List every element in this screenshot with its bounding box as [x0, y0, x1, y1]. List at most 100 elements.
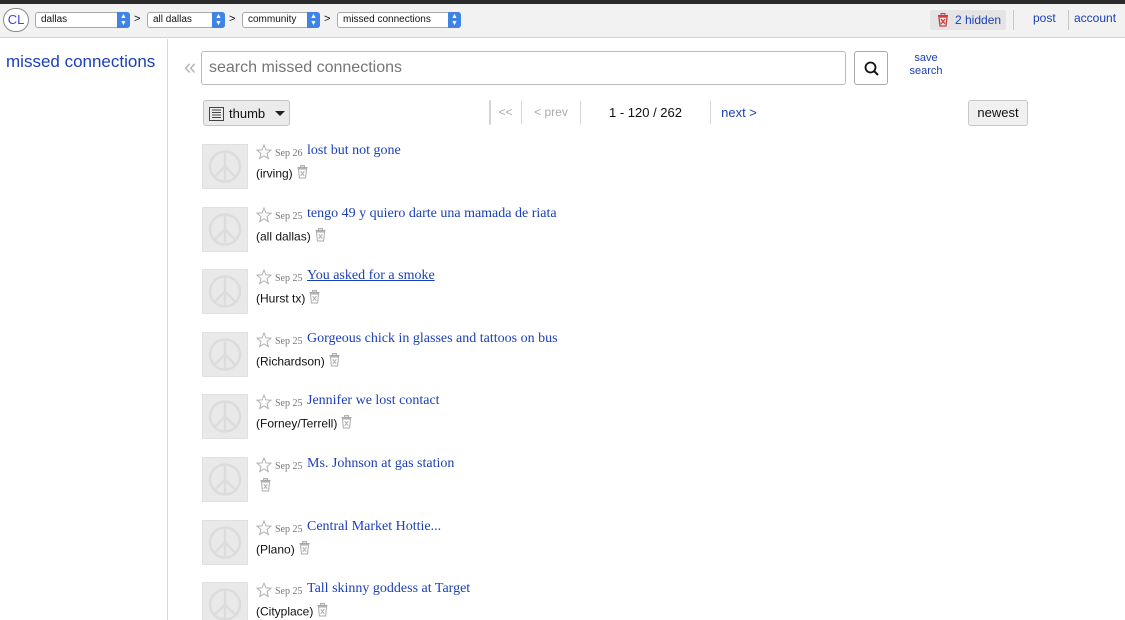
listing-thumbnail[interactable] [202, 457, 248, 502]
listing-date: Sep 25 [275, 273, 303, 285]
trash-icon [938, 13, 948, 27]
listing-title-link[interactable]: Gorgeous chick in glasses and tattoos on… [307, 331, 558, 347]
listing-location: (Plano) [256, 542, 295, 557]
listing-date: Sep 25 [275, 523, 303, 535]
peace-icon [203, 525, 247, 568]
listing-meta: (irving) [256, 165, 309, 183]
listing-row: Sep 25 tengo 49 y quiero darte una mamada… [202, 206, 1062, 257]
listing-date: Sep 25 [275, 461, 303, 472]
listing-date: Sep 26 [275, 148, 303, 159]
trash-icon[interactable] [298, 540, 311, 558]
breadcrumb-subcategory-label: missed connections [343, 14, 431, 25]
listing-title-link[interactable]: tengo 49 y quiero darte una mamada de ri… [307, 206, 557, 222]
post-link[interactable]: post [1033, 11, 1056, 25]
breadcrumb-select-subcategory[interactable]: missed connections ▲ ▼ [337, 12, 461, 28]
listing-title-link[interactable]: Jennifer we lost contact [307, 393, 440, 409]
listing-title-link[interactable]: Tall skinny goddess at Target [307, 581, 470, 597]
search-button[interactable] [854, 51, 888, 85]
hidden-posts-button[interactable]: 2 hidden [930, 10, 1006, 30]
star-icon[interactable] [255, 143, 273, 165]
trash-icon[interactable] [340, 415, 353, 432]
peace-icon [203, 463, 247, 505]
breadcrumb-separator: > [229, 13, 236, 25]
select-arrows-icon: ▲ ▼ [307, 12, 320, 28]
breadcrumb-category-label: community [248, 14, 297, 25]
listing-thumbnail[interactable] [202, 144, 248, 189]
listing-location: (irving) [256, 166, 293, 181]
listing-title-link[interactable]: Ms. Johnson at gas station [307, 456, 454, 472]
next-page-button[interactable]: next > [711, 101, 767, 124]
account-link[interactable]: account [1074, 11, 1116, 25]
select-arrows-icon: ▲ ▼ [212, 12, 225, 28]
hidden-count-label: 2 hidden [955, 13, 1002, 27]
star-icon[interactable] [255, 206, 273, 228]
listing-thumbnail[interactable] [202, 394, 248, 440]
listing-date: Sep 25 [275, 335, 303, 347]
result-range: 1 - 120 / 262 [581, 101, 711, 124]
listing-thumbnail[interactable] [202, 519, 248, 568]
search-icon [864, 61, 879, 76]
trash-icon[interactable] [314, 227, 327, 245]
caret-down-icon [275, 111, 285, 116]
breadcrumb-select-category[interactable]: community ▲ ▼ [242, 12, 320, 28]
peace-icon [203, 150, 247, 192]
peace-icon [203, 212, 247, 255]
trash-icon[interactable] [296, 165, 309, 182]
listing-thumbnail[interactable] [202, 206, 248, 255]
pagination: << < prev 1 - 120 / 262 next > [489, 100, 757, 125]
sidebar: missed connections [0, 39, 168, 620]
listing-meta: (Cityplace) [256, 603, 329, 620]
listing-title-link[interactable]: lost but not gone [307, 143, 401, 159]
divider [1068, 10, 1069, 30]
first-page-button[interactable]: << [490, 101, 522, 124]
breadcrumb-select-area[interactable]: all dallas ▲ ▼ [147, 12, 225, 28]
save-search-link[interactable]: save search [906, 52, 946, 78]
header-bar: CL dallas ▲ ▼ > all dallas ▲ ▼ > community… [0, 4, 1125, 38]
view-mode-dropdown[interactable]: thumb [203, 100, 290, 126]
listing-meta: (Plano) [256, 540, 311, 559]
star-icon[interactable] [255, 331, 273, 353]
listing-row: Sep 25 Ms. Johnson at gas station [202, 456, 1062, 507]
star-icon[interactable] [255, 581, 273, 603]
listing-row: Sep 25 Tall skinny goddess at Target (City… [202, 581, 1062, 620]
star-icon[interactable] [255, 519, 273, 541]
peace-icon [203, 588, 247, 620]
star-icon[interactable] [255, 394, 273, 415]
search-input[interactable] [201, 51, 846, 85]
star-icon[interactable] [255, 456, 273, 478]
listing-row: Sep 25 Central Market Hottie... (Plano) [202, 519, 1062, 570]
collapse-sidebar-icon[interactable]: « [184, 54, 196, 80]
craigslist-logo[interactable]: CL [3, 8, 29, 32]
prev-page-button[interactable]: < prev [522, 101, 581, 124]
trash-icon[interactable] [316, 603, 329, 620]
breadcrumb-separator: > [134, 13, 141, 25]
listing-meta: (all dallas) [256, 227, 327, 246]
trash-icon[interactable] [259, 478, 272, 495]
sidebar-category-title[interactable]: missed connections [6, 52, 156, 72]
breadcrumb-select-city[interactable]: dallas ▲ ▼ [35, 12, 130, 28]
select-arrows-icon: ▲ ▼ [448, 12, 461, 28]
list-icon [209, 107, 224, 121]
listing-location: (Forney/Terrell) [256, 416, 338, 431]
listing-thumbnail[interactable] [202, 582, 248, 620]
star-icon[interactable] [255, 268, 273, 290]
listing-row: Sep 26 lost but not gone (irving) [202, 143, 1062, 194]
listing-title-link[interactable]: You asked for a smoke [307, 268, 435, 284]
view-mode-label: thumb [229, 106, 266, 121]
breadcrumb-area-label: all dallas [153, 14, 192, 25]
listing-date: Sep 25 [275, 210, 303, 222]
sort-dropdown[interactable]: newest [968, 100, 1028, 126]
listing-thumbnail[interactable] [202, 269, 248, 317]
listing-row: Sep 25 Gorgeous chick in glasses and tatt… [202, 331, 1062, 382]
listing-location: (all dallas) [256, 229, 311, 244]
divider [1013, 10, 1014, 30]
listing-title-link[interactable]: Central Market Hottie... [307, 519, 441, 535]
listing-location: (Hurst tx) [256, 291, 306, 306]
breadcrumb-city-label: dallas [41, 14, 68, 25]
listing-meta: (Forney/Terrell) [256, 415, 353, 433]
trash-icon[interactable] [328, 352, 341, 370]
peace-icon [203, 275, 247, 317]
trash-icon[interactable] [308, 290, 321, 307]
listing-meta [256, 478, 272, 496]
listing-thumbnail[interactable] [202, 331, 248, 377]
